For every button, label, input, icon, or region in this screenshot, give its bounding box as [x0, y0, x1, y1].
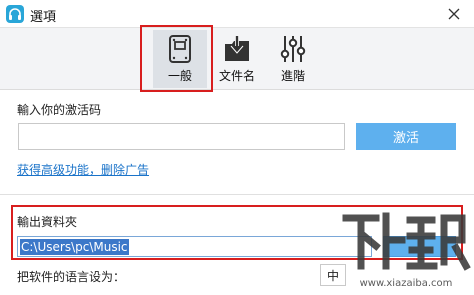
- watermark-url: www.xiazaiba.com: [360, 278, 453, 289]
- tab-filename[interactable]: 文件名: [210, 30, 264, 88]
- sliders-icon: [280, 36, 306, 62]
- activate-button[interactable]: 激活: [356, 123, 456, 150]
- upgrade-remove-ads-link[interactable]: 获得高级功能，删除广告: [17, 161, 149, 178]
- close-button[interactable]: [434, 0, 474, 28]
- language-label: 把软件的语言设为：: [17, 270, 126, 284]
- headphones-icon: [6, 5, 24, 23]
- activation-code-input[interactable]: [18, 123, 345, 150]
- language-dropdown[interactable]: 中: [320, 264, 346, 286]
- general-settings-icon: [169, 35, 191, 63]
- section-divider: [0, 194, 474, 195]
- tab-filename-label: 文件名: [218, 69, 255, 83]
- output-folder-label: 輸出資料夾: [17, 215, 78, 229]
- tab-advanced-label: 進階: [280, 69, 305, 83]
- close-icon: [448, 8, 460, 20]
- tab-general-label: 一般: [167, 69, 192, 83]
- window-title: 選項: [30, 10, 57, 25]
- tab-general[interactable]: 一般: [153, 30, 207, 88]
- title-bar: 選項: [0, 0, 474, 28]
- activation-code-label: 輸入你的激活码: [17, 103, 102, 117]
- output-folder-path-field[interactable]: C:\Users\pc\Music: [17, 236, 372, 257]
- download-file-icon: [225, 36, 249, 61]
- options-toolbar: 一般 文件名 進階: [0, 28, 474, 90]
- output-folder-path-text: C:\Users\pc\Music: [20, 238, 129, 255]
- browse-folder-button[interactable]: [383, 236, 456, 257]
- options-window: 選項 一般 文件名 進階 輸入你的激活码 激活 获得高级功能，删除广告 輸出資料…: [0, 0, 474, 295]
- tab-advanced[interactable]: 進階: [266, 30, 320, 88]
